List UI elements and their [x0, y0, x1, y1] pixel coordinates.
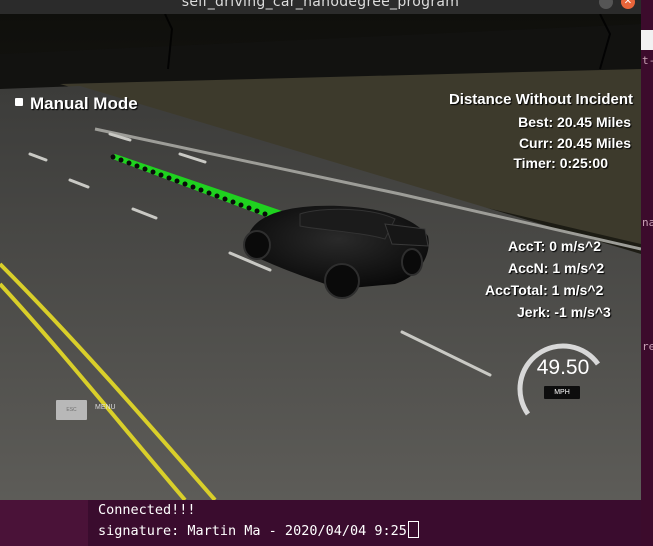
window-titlebar: self_driving_car_nanodegree_program ✕	[0, 0, 641, 14]
terminal-window[interactable]: Connected!!! signature: Martin Ma - 2020…	[0, 500, 641, 546]
manual-mode-checkbox[interactable]	[15, 98, 23, 106]
speed-unit: MPH	[544, 386, 580, 399]
terminal-line-text: signature: Martin Ma - 2020/04/04 9:25	[98, 523, 407, 539]
terminal-strip	[641, 30, 653, 50]
best-distance: Best: 20.45 Miles	[518, 114, 631, 130]
speed-value: 49.50	[536, 356, 590, 379]
manual-mode-label: Manual Mode	[30, 94, 138, 113]
simulator-viewport[interactable]: Manual Mode Distance Without Incident Be…	[0, 14, 641, 500]
acc-total: AccTotal: 1 m/s^2	[485, 282, 604, 298]
esc-menu-button[interactable]: ESC	[56, 400, 87, 420]
timer: Timer: 0:25:00	[513, 155, 608, 171]
background-terminal: t- na re	[641, 0, 653, 546]
terminal-cursor	[407, 521, 419, 538]
terminal-line: signature: Martin Ma - 2020/04/04 9:25	[98, 521, 419, 539]
distance-title: Distance Without Incident	[448, 91, 633, 108]
terminal-fragment: re	[642, 340, 653, 353]
acc-n: AccN: 1 m/s^2	[508, 260, 605, 276]
window-title: self_driving_car_nanodegree_program	[181, 0, 460, 10]
terminal-side-pane	[0, 500, 88, 546]
terminal-fragment: na	[642, 216, 653, 229]
terminal-line: Connected!!!	[98, 502, 196, 518]
road-scene	[0, 14, 641, 500]
acc-t: AccT: 0 m/s^2	[508, 238, 601, 254]
current-distance: Curr: 20.45 Miles	[518, 135, 631, 151]
jerk: Jerk: -1 m/s^3	[517, 304, 611, 320]
menu-label: MENU	[95, 404, 116, 411]
terminal-fragment: t-	[642, 54, 653, 67]
